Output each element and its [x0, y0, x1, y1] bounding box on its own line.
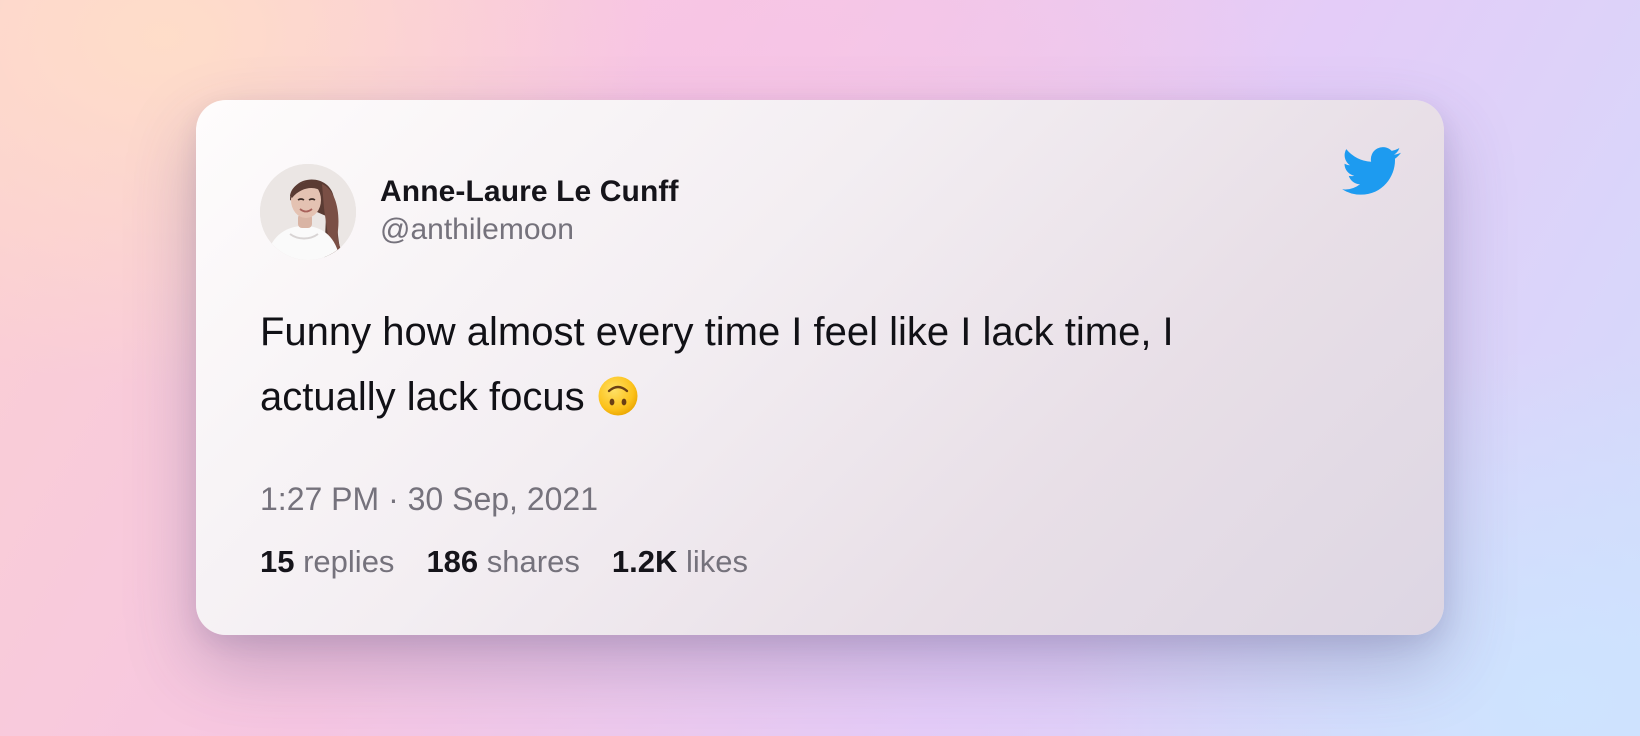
replies-label: replies — [303, 544, 395, 579]
likes-label: likes — [685, 544, 748, 579]
upside-down-face-emoji — [597, 375, 639, 417]
emoji-graphic — [598, 376, 638, 416]
likes-count: 1.2K — [611, 544, 678, 579]
tweet-stats: 15 replies 186 shares 1.2K likes — [260, 544, 748, 580]
shares-count: 186 — [426, 544, 479, 579]
shares-label: shares — [486, 544, 580, 579]
twitter-bird-icon-graphic — [1342, 147, 1401, 195]
tweet-text: Funny how almost every time I feel like … — [260, 300, 1280, 430]
replies-stat[interactable]: 15 replies — [260, 544, 394, 580]
tweet-timestamp[interactable]: 1:27 PM · 30 Sep, 2021 — [260, 481, 598, 518]
tweet-body: Funny how almost every time I feel like … — [260, 310, 1174, 419]
tweet-card: Anne-Laure Le Cunff @anthilemoon Funny h… — [196, 100, 1444, 635]
likes-stat[interactable]: 1.2K likes — [612, 544, 748, 580]
shares-stat[interactable]: 186 shares — [426, 544, 579, 580]
author-avatar[interactable] — [260, 164, 356, 260]
author-name[interactable]: Anne-Laure Le Cunff — [380, 175, 679, 209]
avatar-image — [260, 164, 356, 260]
author-handle[interactable]: @anthilemoon — [380, 213, 574, 247]
twitter-bird-icon[interactable] — [1342, 146, 1402, 198]
replies-count: 15 — [260, 544, 295, 579]
